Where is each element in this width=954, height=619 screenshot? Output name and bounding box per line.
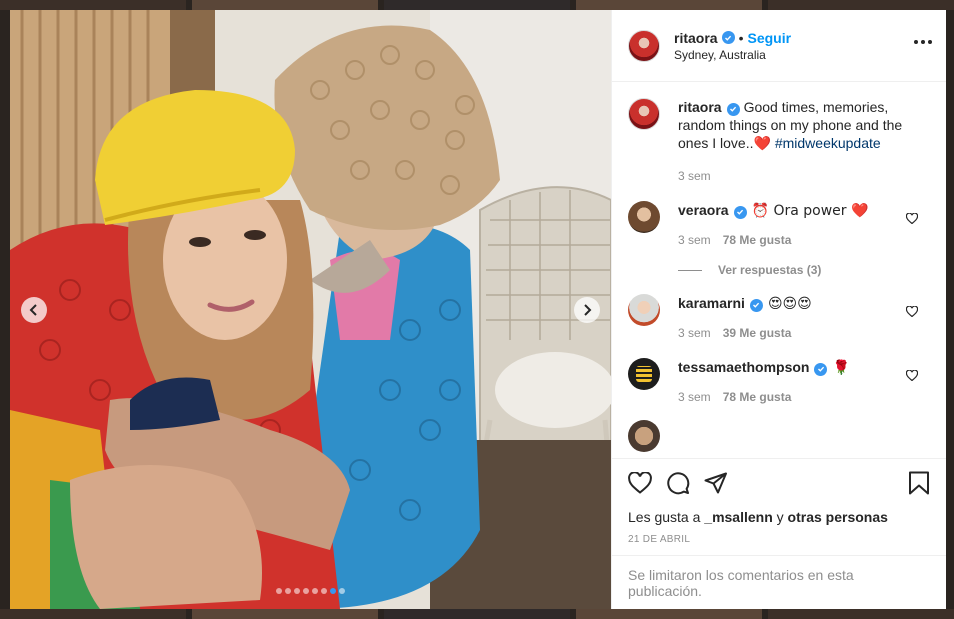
comment-item: karamarni 😍😍😍 3 sem 39 Me gusta xyxy=(628,294,930,340)
carousel-dot[interactable] xyxy=(339,588,345,594)
carousel-dot[interactable] xyxy=(276,588,282,594)
heart-emoji: ❤️ xyxy=(753,136,771,152)
comment-text: tessamaethompson 🌹 xyxy=(678,358,930,377)
commenter-avatar[interactable] xyxy=(628,358,660,390)
carousel-dot-active[interactable] xyxy=(330,588,336,594)
comment-likes[interactable]: 39 Me gusta xyxy=(723,326,792,340)
author-info: ritaora • Seguir Sydney, Australia xyxy=(674,30,791,62)
comment-body: ⏰ Ora power ❤️ xyxy=(751,203,869,219)
caption-text: ritaora Good times, memories, random thin… xyxy=(678,98,930,153)
photo-scene xyxy=(10,10,611,609)
more-options-icon xyxy=(914,40,932,44)
heart-icon xyxy=(628,470,652,494)
carousel-prev-button[interactable] xyxy=(21,297,47,323)
comment-time[interactable]: 3 sem xyxy=(678,233,711,247)
caption-time[interactable]: 3 sem xyxy=(678,169,711,183)
comment-text: karamarni 😍😍😍 xyxy=(678,294,930,313)
comment-like-button[interactable] xyxy=(905,368,919,386)
carousel-dot[interactable] xyxy=(312,588,318,594)
share-button[interactable] xyxy=(704,472,728,499)
carousel-dot[interactable] xyxy=(303,588,309,594)
replies-divider xyxy=(678,269,702,271)
verified-badge-icon xyxy=(726,102,740,116)
comments-list[interactable]: ritaora Good times, memories, random thin… xyxy=(612,82,946,458)
view-replies-label: Ver respuestas (3) xyxy=(718,263,822,277)
liked-by-prefix: Les gusta a xyxy=(628,509,701,525)
hashtag-link[interactable]: #midweekupdate xyxy=(775,135,881,151)
comment-item-partial xyxy=(628,420,930,452)
verified-badge-icon xyxy=(721,31,735,44)
author-avatar[interactable] xyxy=(628,98,660,130)
comment-button[interactable] xyxy=(666,471,690,500)
liked-by-summary: Les gusta a _msallenn y otras personas xyxy=(628,509,930,525)
comment-bubble-icon xyxy=(667,471,690,494)
comment-time[interactable]: 3 sem xyxy=(678,326,711,340)
commenter-avatar[interactable] xyxy=(628,294,660,326)
post-side-panel: ritaora • Seguir Sydney, Australia ritao… xyxy=(611,10,946,609)
heart-icon xyxy=(905,212,919,225)
caption: ritaora Good times, memories, random thin… xyxy=(628,98,930,183)
liked-by-user-link[interactable]: _msallenn xyxy=(704,509,772,525)
comments-disabled-notice: Se limitaron los comentarios en esta pub… xyxy=(612,555,946,609)
comment-body: 😍😍😍 xyxy=(767,296,812,312)
verified-badge-icon xyxy=(749,298,763,312)
chevron-right-icon xyxy=(584,304,592,316)
post-photo[interactable] xyxy=(10,10,611,609)
backdrop-top-strip xyxy=(0,0,954,10)
comment-likes[interactable]: 78 Me gusta xyxy=(723,390,792,404)
comment-like-button[interactable] xyxy=(905,211,919,229)
header-separator: • xyxy=(738,29,744,46)
heart-icon xyxy=(905,305,919,318)
carousel-dot[interactable] xyxy=(294,588,300,594)
chevron-left-icon xyxy=(29,304,37,316)
comment-item: veraora ⏰ Ora power ❤️ 3 sem 78 Me gusta xyxy=(628,201,930,247)
follow-button[interactable]: Seguir xyxy=(747,30,791,46)
comment-username[interactable]: tessamaethompson xyxy=(678,359,809,375)
comment-username[interactable]: karamarni xyxy=(678,295,745,311)
comment-likes[interactable]: 78 Me gusta xyxy=(723,233,792,247)
post-actions-section: Les gusta a _msallenn y otras personas 2… xyxy=(612,458,946,555)
comment-item: tessamaethompson 🌹 3 sem 78 Me gusta xyxy=(628,358,930,404)
carousel-indicator xyxy=(10,588,611,594)
author-username[interactable]: ritaora xyxy=(674,30,718,46)
comment-text: veraora ⏰ Ora power ❤️ xyxy=(678,201,930,220)
commenter-avatar[interactable] xyxy=(628,201,660,233)
verified-badge-icon xyxy=(733,205,747,219)
action-bar xyxy=(628,459,930,507)
carousel-dot[interactable] xyxy=(285,588,291,594)
comment-time[interactable]: 3 sem xyxy=(678,390,711,404)
post-date[interactable]: 21 DE ABRIL xyxy=(628,534,930,545)
liked-by-others-link[interactable]: otras personas xyxy=(788,509,888,525)
bookmark-icon xyxy=(909,471,929,494)
paper-plane-icon xyxy=(704,472,727,493)
carousel-dot[interactable] xyxy=(321,588,327,594)
more-options-button[interactable] xyxy=(914,40,932,44)
liked-by-joiner: y xyxy=(776,509,784,525)
verified-badge-icon xyxy=(814,362,828,376)
comment-body: 🌹 xyxy=(832,360,850,376)
view-replies-link[interactable]: Ver respuestas (3) xyxy=(678,263,930,277)
author-avatar[interactable] xyxy=(628,29,660,62)
carousel-next-button[interactable] xyxy=(574,297,600,323)
comment-like-button[interactable] xyxy=(905,304,919,322)
like-button[interactable] xyxy=(628,470,652,499)
comment-username[interactable]: veraora xyxy=(678,202,729,218)
post-location[interactable]: Sydney, Australia xyxy=(674,48,791,62)
heart-icon xyxy=(905,369,919,382)
save-button[interactable] xyxy=(908,471,930,500)
caption-username[interactable]: ritaora xyxy=(678,99,722,115)
commenter-avatar[interactable] xyxy=(628,420,660,452)
backdrop-bottom-strip xyxy=(0,609,954,619)
post-modal: ritaora • Seguir Sydney, Australia ritao… xyxy=(10,10,946,609)
post-header: ritaora • Seguir Sydney, Australia xyxy=(612,10,946,82)
